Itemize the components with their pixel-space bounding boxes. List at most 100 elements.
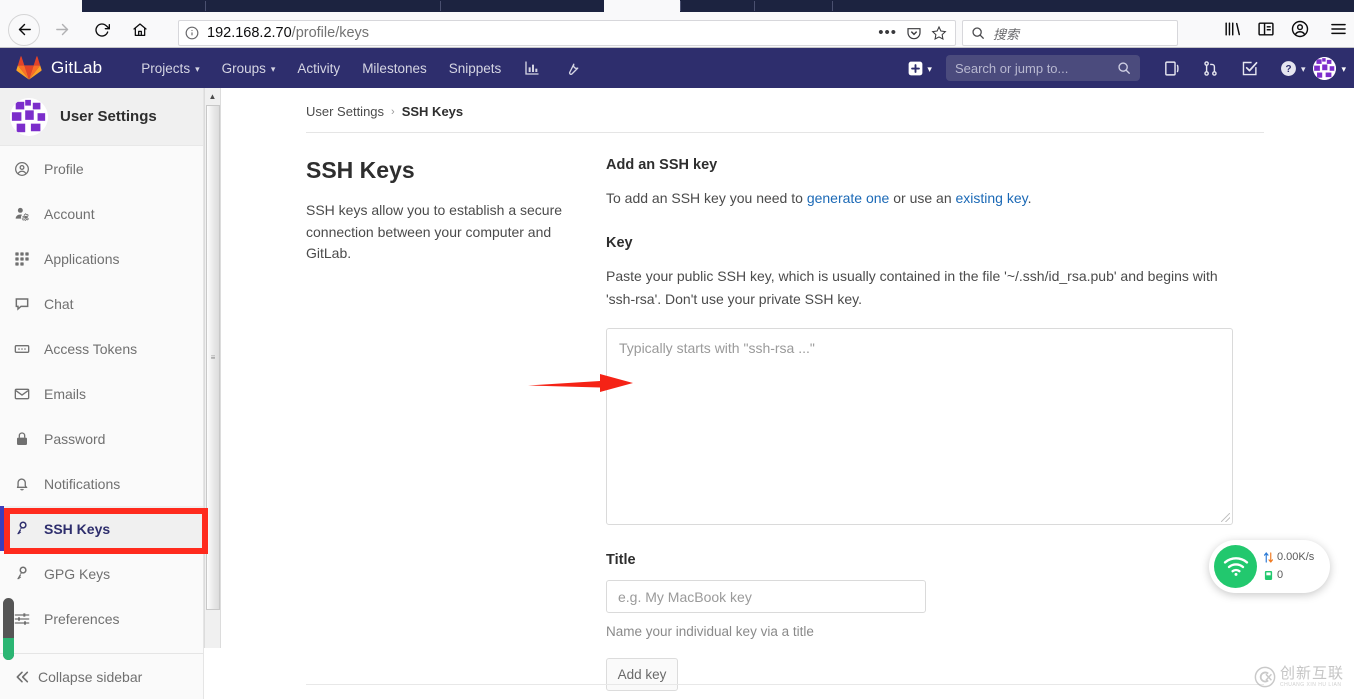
- nav-label: Activity: [297, 61, 340, 76]
- scrollbar-up-arrow[interactable]: ▲: [205, 88, 220, 105]
- textarea-resize-handle[interactable]: [1221, 513, 1230, 522]
- tab-divider: [832, 1, 833, 11]
- breadcrumb-separator: ›: [391, 106, 395, 118]
- sidebar-item-label: Preferences: [44, 611, 119, 627]
- gitlab-nav-items: Projects ▾ Groups ▾ Activity Milestones …: [130, 48, 592, 88]
- sidebar-item-label: Password: [44, 431, 105, 447]
- sidebar-header[interactable]: User Settings: [0, 88, 203, 146]
- network-speed-value: 0.00K/s: [1277, 549, 1314, 566]
- breadcrumb-parent[interactable]: User Settings: [306, 104, 384, 119]
- page-info-icon[interactable]: [185, 26, 199, 40]
- add-key-button[interactable]: Add key: [606, 658, 678, 691]
- tab-divider: [440, 1, 441, 11]
- nav-item-snippets[interactable]: Snippets: [438, 48, 513, 88]
- gitlab-search-input[interactable]: Search or jump to...: [946, 55, 1140, 81]
- pocket-icon[interactable]: [906, 25, 922, 41]
- new-dropdown-button[interactable]: ▾: [900, 61, 940, 76]
- sidebar-item-applications[interactable]: Applications: [0, 236, 203, 281]
- home-icon[interactable]: [124, 14, 156, 46]
- wrench-icon[interactable]: [552, 60, 592, 76]
- browser-search-bar[interactable]: 搜索: [962, 20, 1178, 46]
- svg-text:?: ?: [1285, 64, 1291, 75]
- sidebar-item-profile[interactable]: Profile: [0, 146, 203, 191]
- nav-label: Snippets: [449, 61, 502, 76]
- sidebar-item-access-tokens[interactable]: Access Tokens: [0, 326, 203, 371]
- avatar: [10, 98, 48, 136]
- plus-icon: [908, 61, 923, 76]
- star-icon[interactable]: [931, 25, 947, 41]
- sidebar-item-notifications[interactable]: Notifications: [0, 461, 203, 506]
- chevron-down-icon[interactable]: ▾: [1301, 64, 1306, 75]
- intro-text-post: .: [1028, 190, 1032, 206]
- key-icon: [14, 521, 38, 536]
- ellipsis-icon[interactable]: •••: [878, 29, 897, 37]
- browser-tab-active[interactable]: [0, 0, 82, 12]
- scrollbar-grip-icon: ≡: [211, 357, 216, 359]
- nav-label: Milestones: [362, 61, 427, 76]
- nav-item-activity[interactable]: Activity: [286, 48, 351, 88]
- sidebar-item-account[interactable]: Account: [0, 191, 203, 236]
- sidebar-item-gpg-keys[interactable]: GPG Keys: [0, 551, 203, 596]
- browser-tab-strip[interactable]: [0, 0, 1354, 12]
- forward-arrow-icon[interactable]: [46, 14, 78, 46]
- sidebar-item-chat[interactable]: Chat: [0, 281, 203, 326]
- issues-icon[interactable]: [1152, 60, 1191, 77]
- gitlab-navbar-right: ▾ Search or jump to... ? ▾: [900, 55, 1346, 81]
- reload-icon[interactable]: [86, 14, 118, 46]
- account-gear-icon: [14, 206, 38, 222]
- chevron-down-icon: ▾: [195, 64, 200, 75]
- title-input-placeholder: e.g. My MacBook key: [618, 589, 752, 605]
- sidebar-scrollbar[interactable]: ▲ ≡: [204, 88, 221, 648]
- analytics-icon[interactable]: [512, 60, 552, 76]
- sidebar-item-emails[interactable]: Emails: [0, 371, 203, 416]
- gitlab-logo-link[interactable]: GitLab: [16, 56, 102, 80]
- key-textarea-placeholder: Typically starts with "ssh-rsa ...": [619, 340, 815, 356]
- nav-item-groups[interactable]: Groups ▾: [211, 48, 287, 88]
- user-menu-button[interactable]: ▾: [1305, 57, 1346, 80]
- nav-item-milestones[interactable]: Milestones: [351, 48, 438, 88]
- nav-item-projects[interactable]: Projects ▾: [130, 48, 210, 88]
- network-count-row: 0: [1264, 567, 1314, 584]
- sidebar-item-label: Profile: [44, 161, 84, 177]
- merge-requests-icon[interactable]: [1191, 60, 1230, 77]
- sliders-icon: [14, 611, 38, 627]
- up-down-arrows-icon: [1264, 552, 1273, 563]
- network-speed-widget[interactable]: 0.00K/s 0: [1209, 540, 1330, 593]
- search-icon: [1117, 61, 1131, 75]
- sidebar-item-label: Applications: [44, 251, 120, 267]
- network-stats: 0.00K/s 0: [1264, 549, 1314, 583]
- title-input[interactable]: e.g. My MacBook key: [606, 580, 926, 613]
- url-bar[interactable]: 192.168.2.70/profile/keys •••: [178, 20, 956, 46]
- collapse-sidebar-button[interactable]: Collapse sidebar: [0, 653, 203, 699]
- generate-one-link[interactable]: generate one: [807, 190, 890, 206]
- hamburger-menu-icon[interactable]: [1329, 21, 1348, 37]
- sidebar-item-password[interactable]: Password: [0, 416, 203, 461]
- key-textarea[interactable]: Typically starts with "ssh-rsa ...": [606, 328, 1233, 525]
- watermark-text: 创新互联 CHUANG XIN HU LIAN: [1280, 666, 1344, 688]
- existing-key-link[interactable]: existing key: [956, 190, 1028, 206]
- breadcrumb-current: SSH Keys: [402, 104, 463, 119]
- search-icon: [971, 26, 985, 40]
- help-icon[interactable]: ?: [1269, 60, 1301, 77]
- title-label: Title: [606, 552, 1236, 568]
- gitlab-brand-text: GitLab: [51, 58, 102, 78]
- browser-tab[interactable]: [604, 0, 680, 12]
- sidebar-title: User Settings: [60, 108, 157, 125]
- library-icon[interactable]: [1223, 21, 1241, 37]
- sidebar-item-preferences[interactable]: Preferences: [0, 596, 203, 641]
- scroll-thumb-indicator: [3, 638, 14, 660]
- sidebar-toggle-icon[interactable]: [1257, 21, 1275, 37]
- main-content: User Settings › SSH Keys SSH Keys SSH ke…: [222, 88, 1354, 699]
- back-arrow-icon[interactable]: [8, 14, 40, 46]
- collapse-sidebar-label: Collapse sidebar: [38, 669, 142, 685]
- account-icon[interactable]: [1291, 20, 1309, 38]
- scrollbar-thumb[interactable]: ≡: [206, 105, 220, 610]
- todos-icon[interactable]: [1230, 60, 1269, 77]
- form-intro: To add an SSH key you need to generate o…: [606, 187, 1236, 209]
- url-text: 192.168.2.70/profile/keys: [207, 25, 369, 41]
- sidebar-item-label: Emails: [44, 386, 86, 402]
- key-help-text: Paste your public SSH key, which is usua…: [606, 265, 1218, 310]
- sidebar-item-ssh-keys[interactable]: SSH Keys: [0, 506, 203, 551]
- page-scroll-thumb[interactable]: [3, 598, 14, 660]
- network-count-value: 0: [1277, 567, 1283, 584]
